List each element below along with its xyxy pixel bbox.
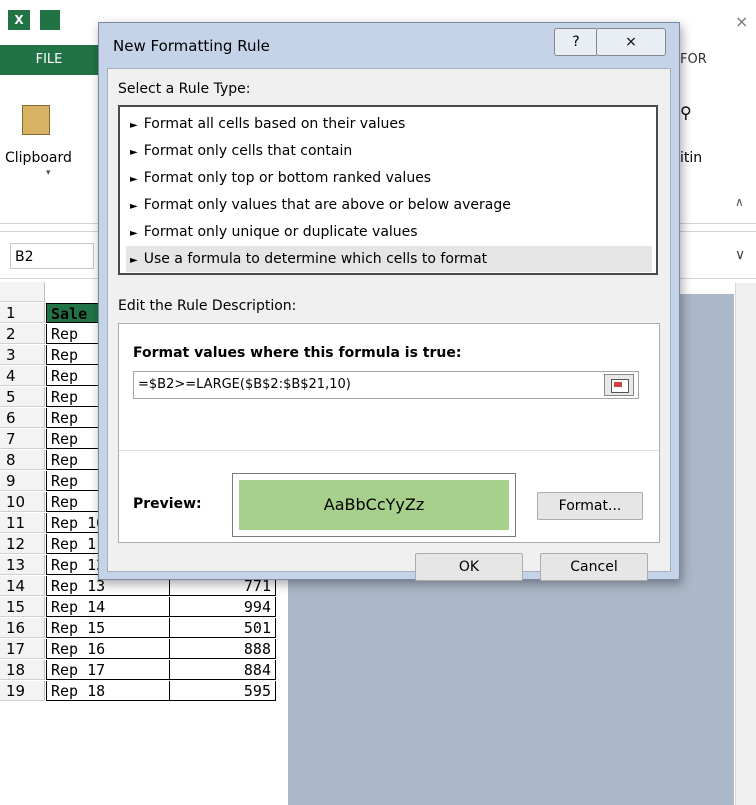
edit-rule-description-label: Edit the Rule Description: (118, 298, 297, 314)
close-button[interactable]: × (596, 28, 666, 56)
bullet-arrow-icon: ► (130, 147, 138, 158)
divider (119, 450, 659, 451)
row-header[interactable]: 4 (0, 366, 45, 386)
row-header[interactable]: 14 (0, 576, 45, 596)
paste-icon[interactable] (22, 105, 50, 135)
rule-type-item[interactable]: ► Format only values that are above or be… (126, 192, 652, 218)
bullet-arrow-icon: ► (130, 174, 138, 185)
clipboard-label: Clipboard (5, 150, 72, 166)
dialog-title: New Formatting Rule (113, 37, 270, 55)
save-icon[interactable] (40, 10, 60, 30)
rule-type-label: Format only cells that contain (143, 143, 353, 159)
rule-type-label: Format only unique or duplicate values (143, 224, 418, 240)
editing-label: itin (680, 150, 703, 166)
row-header[interactable]: 10 (0, 492, 45, 512)
rule-type-item[interactable]: ► Format only unique or duplicate values (126, 219, 652, 245)
row-header[interactable]: 1 (0, 303, 45, 323)
cell-b[interactable]: 884 (170, 660, 276, 680)
row-header[interactable]: 8 (0, 450, 45, 470)
bullet-arrow-icon: ► (130, 228, 138, 239)
close-window-icon[interactable]: × (735, 12, 748, 31)
rule-type-list[interactable]: ► Format all cells based on their values ►… (118, 105, 658, 275)
row-header[interactable]: 17 (0, 639, 45, 659)
cell-a[interactable]: Rep 15 (46, 618, 170, 638)
preview-sample: AaBbCcYyZz (239, 480, 509, 530)
preview-box: AaBbCcYyZz (232, 473, 516, 537)
rule-type-label: Format only values that are above or bel… (143, 197, 511, 213)
row-header[interactable]: 2 (0, 324, 45, 344)
rule-type-label: Format all cells based on their values (143, 116, 406, 132)
formula-input[interactable]: =$B2>=LARGE($B$2:$B$21,10) (133, 371, 639, 399)
formula-label: Format values where this formula is true… (133, 345, 462, 361)
cell-a[interactable]: Rep 14 (46, 597, 170, 617)
row-header[interactable]: 16 (0, 618, 45, 638)
cell-a[interactable]: Rep 18 (46, 681, 170, 701)
ok-button[interactable]: OK (415, 553, 523, 581)
row-header[interactable]: 18 (0, 660, 45, 680)
excel-logo-icon: X (8, 10, 30, 30)
rule-type-item[interactable]: ► Format all cells based on their values (126, 111, 652, 137)
find-icon[interactable]: ⚲ (680, 103, 692, 122)
vertical-scrollbar[interactable] (735, 283, 756, 805)
row-header[interactable]: 6 (0, 408, 45, 428)
ribbon-tab-formulas[interactable]: FOR (680, 52, 707, 67)
bullet-arrow-icon: ► (130, 120, 138, 131)
rule-type-item[interactable]: ► Format only top or bottom ranked values (126, 165, 652, 191)
bullet-arrow-icon: ► (130, 201, 138, 212)
new-formatting-rule-dialog: New Formatting Rule ? × Select a Rule Ty… (98, 22, 680, 581)
dialog-body: Select a Rule Type: ► Format all cells ba… (107, 68, 671, 581)
row-header[interactable]: 19 (0, 681, 45, 701)
preview-label: Preview: (133, 496, 202, 512)
rule-type-label: Format only top or bottom ranked values (143, 170, 432, 186)
cell-b[interactable]: 501 (170, 618, 276, 638)
cell-a[interactable]: Rep 17 (46, 660, 170, 680)
name-box[interactable]: B2 (10, 243, 94, 269)
cell-b[interactable]: 595 (170, 681, 276, 701)
cell-b[interactable]: 888 (170, 639, 276, 659)
row-header[interactable]: 13 (0, 555, 45, 575)
cancel-button[interactable]: Cancel (540, 553, 648, 581)
formula-bar-expand-icon[interactable]: ∨ (735, 247, 745, 263)
cell-b[interactable]: 994 (170, 597, 276, 617)
rule-type-label: Use a formula to determine which cells t… (143, 251, 488, 267)
help-button[interactable]: ? (554, 28, 598, 56)
row-header[interactable]: 9 (0, 471, 45, 491)
row-header[interactable]: 7 (0, 429, 45, 449)
row-header[interactable]: 11 (0, 513, 45, 533)
rule-description-box: Format values where this formula is true… (118, 323, 660, 543)
collapse-dialog-icon[interactable] (604, 374, 634, 396)
row-header[interactable]: 15 (0, 597, 45, 617)
file-tab[interactable]: FILE (0, 45, 98, 75)
row-header[interactable]: 5 (0, 387, 45, 407)
bullet-arrow-icon: ► (130, 255, 138, 266)
rule-type-item[interactable]: ► Use a formula to determine which cells … (126, 246, 652, 272)
select-rule-type-label: Select a Rule Type: (118, 81, 251, 97)
collapse-ribbon-icon[interactable]: ∧ (735, 195, 744, 209)
row-header[interactable]: 3 (0, 345, 45, 365)
rule-type-item[interactable]: ► Format only cells that contain (126, 138, 652, 164)
clipboard-expand-icon[interactable]: ▾ (46, 168, 51, 178)
row-header[interactable]: 12 (0, 534, 45, 554)
format-button[interactable]: Format... (537, 492, 643, 520)
cell-a[interactable]: Rep 16 (46, 639, 170, 659)
select-all-corner[interactable] (0, 282, 45, 302)
